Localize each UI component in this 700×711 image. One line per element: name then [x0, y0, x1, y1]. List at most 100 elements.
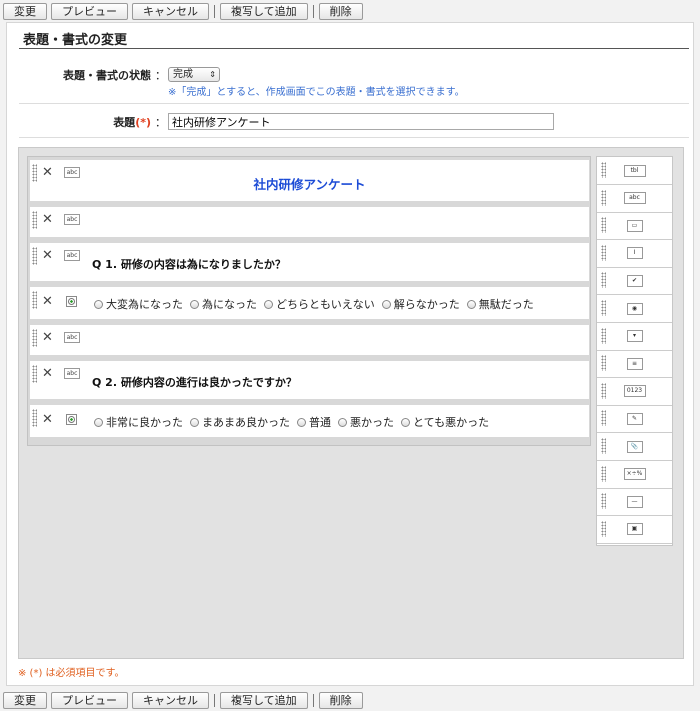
q2-option[interactable]: とても悪かった — [401, 414, 489, 430]
q1-option[interactable]: どちらともいえない — [264, 296, 375, 312]
drag-handle[interactable] — [601, 217, 606, 234]
palette-item[interactable]: ▣ — [597, 516, 672, 544]
cancel-button[interactable]: キャンセル — [132, 2, 209, 20]
q2-option[interactable]: 普通 — [297, 414, 331, 430]
required-mark: (*) — [135, 116, 151, 129]
radio-button[interactable] — [94, 299, 103, 309]
subject-label: 表題(*) — [91, 114, 151, 130]
toolbar-separator — [312, 4, 314, 18]
radio-button[interactable] — [338, 417, 347, 427]
option-label: どちらともいえない — [276, 298, 375, 311]
drag-handle[interactable] — [32, 329, 37, 347]
form-row-question-2[interactable]: ✕ abc Q 2. 研修内容の進行は良かったですか？ — [30, 361, 589, 399]
palette-item[interactable]: ▭ — [597, 212, 672, 241]
remove-row-icon[interactable]: ✕ — [42, 412, 53, 427]
toolbar-separator — [214, 4, 215, 18]
palette-item[interactable]: ✔ — [597, 267, 672, 296]
form-row-title[interactable]: ✕ abc 社内研修アンケート — [30, 160, 589, 201]
form-row-question-1[interactable]: ✕ abc Q 1. 研修の内容は為になりましたか？ — [30, 243, 589, 281]
remove-row-icon[interactable]: ✕ — [42, 294, 53, 309]
q1-option[interactable]: 無駄だった — [466, 296, 534, 312]
drag-handle[interactable] — [32, 365, 37, 383]
copy-add-button[interactable]: 複写して追加 — [220, 691, 308, 709]
palette-item[interactable]: ◉ — [597, 295, 672, 323]
tool-palette: tbl abc ▭ I ✔ ◉ ▾ ≡ 0123 ✎ 📎 ×÷% — ▣ — [596, 156, 673, 546]
drag-handle[interactable] — [601, 162, 606, 178]
delete-button[interactable]: 削除 — [318, 2, 363, 20]
subject-input[interactable] — [168, 113, 554, 130]
q2-option[interactable]: 非常に良かった — [94, 414, 183, 430]
preview-button[interactable]: プレビュー — [51, 691, 128, 709]
radio-button[interactable] — [466, 299, 476, 309]
palette-item[interactable]: 0123 — [597, 378, 672, 406]
radio-button[interactable] — [297, 417, 306, 427]
status-select[interactable]: 完成 ⇕ — [168, 67, 220, 82]
palette-item[interactable]: ≡ — [597, 350, 672, 379]
form-row-options-1[interactable]: ✕ 大変為になった 為になった どちらともいえない 解らなかった 無駄だった — [30, 287, 589, 319]
remove-row-icon[interactable]: ✕ — [42, 366, 53, 381]
q2-option[interactable]: まあまあ良かった — [190, 414, 290, 430]
cancel-button[interactable]: キャンセル — [132, 691, 209, 709]
palette-item[interactable]: ▾ — [597, 323, 672, 351]
option-label: 悪かった — [350, 416, 394, 429]
drag-handle[interactable] — [601, 493, 606, 510]
option-label: とても悪かった — [413, 416, 490, 429]
status-note: ※「完成」とすると、作成画面でこの表題・書式を選択できます。 — [168, 87, 465, 98]
calc-tool-icon: ×÷% — [623, 468, 646, 481]
palette-item[interactable]: ✎ — [597, 405, 672, 434]
drag-handle[interactable] — [601, 520, 606, 537]
palette-item[interactable]: — — [597, 488, 672, 517]
palette-item[interactable]: tbl — [597, 157, 672, 185]
radio-button[interactable] — [401, 417, 410, 427]
delete-button[interactable]: 削除 — [318, 691, 363, 709]
palette-item[interactable]: ×÷% — [597, 461, 672, 489]
change-button[interactable]: 変更 — [3, 691, 47, 709]
drag-handle[interactable] — [601, 300, 606, 316]
page-title: 表題・書式の変更 — [23, 33, 128, 48]
top-toolbar: 変更 プレビュー キャンセル 複写して追加 削除 — [0, 0, 700, 22]
copy-add-button[interactable]: 複写して追加 — [220, 2, 308, 20]
palette-item[interactable]: abc — [597, 185, 672, 213]
radio-button[interactable] — [190, 417, 199, 427]
drag-handle[interactable] — [601, 244, 606, 261]
drag-handle[interactable] — [601, 438, 606, 454]
drag-handle[interactable] — [32, 211, 37, 229]
drag-handle[interactable] — [601, 382, 606, 399]
remove-row-icon[interactable]: ✕ — [42, 212, 53, 227]
drag-handle[interactable] — [601, 327, 606, 344]
form-row-options-2[interactable]: ✕ 非常に良かった まあまあ良かった 普通 悪かった とても悪かった — [30, 405, 589, 437]
radio-button[interactable] — [94, 417, 103, 427]
q1-option[interactable]: 為になった — [190, 296, 257, 312]
q1-option[interactable]: 大変為になった — [94, 296, 183, 312]
list-tool-icon: ≡ — [626, 357, 643, 370]
remove-row-icon[interactable]: ✕ — [42, 330, 53, 345]
toolbar-separator — [312, 693, 314, 707]
drag-handle[interactable] — [601, 410, 606, 427]
status-label: 表題・書式の状態 — [63, 69, 151, 82]
q2-option[interactable]: 悪かった — [338, 414, 394, 430]
drag-handle[interactable] — [601, 272, 606, 289]
form-layout-area: ✕ abc 社内研修アンケート ✕ abc ✕ abc Q 1. 研修の内容は為… — [27, 156, 591, 446]
radio-button[interactable] — [190, 299, 199, 309]
remove-row-icon[interactable]: ✕ — [42, 248, 53, 263]
drag-handle[interactable] — [32, 247, 37, 265]
palette-item[interactable]: I — [597, 240, 672, 268]
drag-handle[interactable] — [32, 291, 37, 309]
radio-button[interactable] — [264, 299, 273, 309]
drag-handle[interactable] — [601, 355, 606, 372]
change-button[interactable]: 変更 — [3, 2, 47, 20]
form-row-blank[interactable]: ✕ abc — [30, 207, 589, 237]
palette-item[interactable]: 📎 — [597, 433, 672, 461]
drag-handle[interactable] — [601, 189, 606, 206]
drag-handle[interactable] — [601, 465, 606, 482]
form-row-blank[interactable]: ✕ abc — [30, 325, 589, 355]
q1-option[interactable]: 解らなかった — [381, 296, 460, 312]
question-2-options: 非常に良かった まあまあ良かった 普通 悪かった とても悪かった — [94, 414, 489, 430]
radio-button[interactable] — [381, 299, 391, 309]
attachment-tool-icon: 📎 — [626, 440, 643, 453]
drag-handle[interactable] — [32, 409, 37, 427]
checkbox-tool-icon: ✔ — [626, 274, 643, 287]
radio-item-icon — [66, 414, 77, 425]
preview-button[interactable]: プレビュー — [51, 2, 128, 20]
status-value: 完成 — [173, 69, 193, 80]
